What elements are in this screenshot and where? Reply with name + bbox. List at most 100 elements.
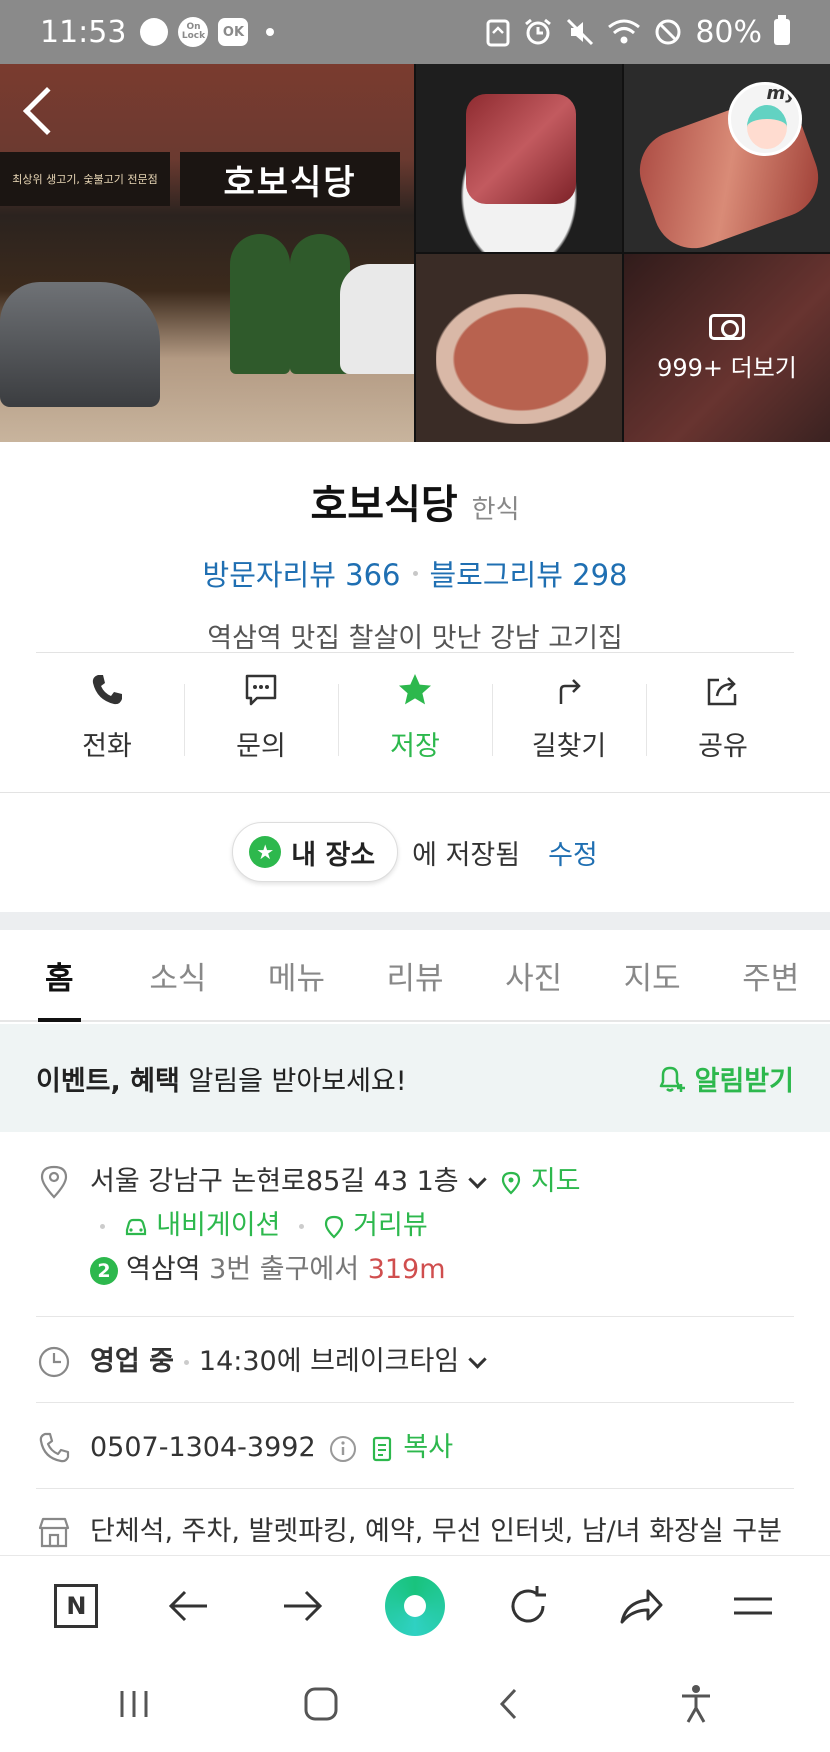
photo-gallery[interactable]: 최상위 생고기, 숯불고기 전문점 호보식당 999+ 더보기 my (0, 64, 830, 442)
my-place-label: 내 장소 (291, 839, 376, 871)
call-button[interactable]: 전화 (30, 672, 184, 772)
tab-map[interactable]: 지도 (593, 930, 712, 1020)
place-description: 역삼역 맛집 찰살이 맛난 강남 고기집 (207, 623, 623, 654)
share-button[interactable]: 공유 (646, 672, 800, 772)
arrow-left-icon (169, 1590, 208, 1621)
blog-reviews-link[interactable]: 블로그리뷰 298 (430, 552, 628, 594)
on-lock-icon: On Lock (178, 17, 209, 47)
address-section: 서울 강남구 논현로85길 43 1층 지도 내비게이션 거리뷰 2 역삼역 3… (36, 1160, 794, 1292)
store-sign: 호보식당 (180, 152, 400, 206)
tab-news[interactable]: 소식 (119, 930, 238, 1020)
my-place-chip[interactable]: ★ 내 장소 (232, 822, 399, 882)
recycle-icon (486, 19, 510, 47)
system-navigation-bar (0, 1655, 830, 1752)
map-link[interactable]: 지도 (500, 1166, 581, 1197)
no-signal-icon (655, 19, 681, 45)
status-time: 11:53 (40, 14, 127, 50)
event-banner: 이벤트, 혜택 알림을 받아보세요! 알림받기 (0, 1024, 830, 1132)
divider (36, 1316, 794, 1317)
forward-button[interactable] (272, 1576, 332, 1636)
my-label: my (766, 83, 798, 104)
plant-decor (230, 234, 290, 374)
green-dot-button[interactable] (384, 1575, 445, 1636)
my-avatar-button[interactable]: my (728, 82, 802, 156)
car-navigation-icon (125, 1218, 146, 1235)
copy-phone-button[interactable]: 복사 (371, 1432, 453, 1463)
chat-icon (245, 674, 277, 706)
directions-button[interactable]: 길찾기 (492, 672, 646, 772)
food-photo[interactable] (624, 64, 830, 252)
section-spacer (0, 912, 830, 930)
more-photos-label: 999+ 더보기 (657, 353, 797, 382)
info-icon[interactable] (328, 1434, 358, 1464)
refresh-icon (511, 1585, 546, 1622)
save-button[interactable]: 저장 (338, 672, 492, 772)
saved-star-icon: ★ (249, 836, 282, 868)
share-page-button[interactable] (611, 1576, 671, 1636)
location-pin-icon (40, 1165, 68, 1199)
separator-dot (412, 570, 418, 576)
edit-saved-link[interactable]: 수정 (548, 833, 598, 872)
tab-bar: 홈 소식 메뉴 리뷰 사진 지도 주변 (0, 930, 830, 1022)
directions-icon (559, 679, 581, 704)
amenities-text: 단체석, 주차, 발렛파킹, 예약, 무선 인터넷, 남/녀 화장실 구분 (90, 1516, 782, 1547)
save-label: 저장 (390, 731, 440, 762)
separator-dot (298, 1224, 304, 1229)
arrow-right-icon (284, 1590, 323, 1621)
visitor-reviews-link[interactable]: 방문자리뷰 366 (203, 552, 401, 594)
store-icon (38, 1517, 70, 1548)
expand-address-icon[interactable] (467, 1170, 487, 1189)
back-arrow-icon[interactable] (22, 86, 72, 136)
subway-station: 역삼역 (126, 1254, 201, 1285)
phone-number[interactable]: 0507-1304-3992 (90, 1432, 316, 1463)
store-subsign: 최상위 생고기, 숯불고기 전문점 (0, 152, 170, 206)
divider (36, 1402, 794, 1403)
subway-line-badge: 2 (90, 1256, 118, 1285)
recent-apps-button[interactable] (104, 1674, 164, 1734)
tab-home[interactable]: 홈 (0, 930, 119, 1022)
tab-photos[interactable]: 사진 (474, 930, 593, 1020)
tab-nearby[interactable]: 주변 (711, 930, 830, 1020)
hours-detail: 14:30에 브레이크타임 (198, 1346, 460, 1377)
subway-exit: 3번 출구에서 (209, 1254, 360, 1285)
inquiry-button[interactable]: 문의 (184, 672, 338, 772)
share-arrow-icon (620, 1589, 663, 1623)
hours-section[interactable]: 영업 중 14:30에 브레이크타임 (36, 1340, 794, 1384)
food-photo[interactable] (416, 64, 622, 252)
separator-dot (183, 1360, 189, 1365)
menu-button[interactable] (723, 1576, 783, 1636)
home-button[interactable] (291, 1674, 351, 1734)
home-icon (304, 1687, 338, 1720)
place-category: 한식 (471, 495, 520, 525)
mute-icon (567, 18, 594, 46)
status-bar: 11:53 On Lock OK 80% (0, 0, 830, 64)
more-photos-button[interactable]: 999+ 더보기 (624, 254, 830, 442)
tab-menu[interactable]: 메뉴 (237, 930, 356, 1020)
car-decor (0, 282, 160, 407)
accessibility-icon (682, 1684, 711, 1723)
divider (0, 792, 830, 793)
clock-icon (38, 1346, 70, 1378)
phone-outline-icon (39, 1432, 70, 1463)
separator-dot (100, 1224, 105, 1229)
naver-n-icon: N (54, 1583, 99, 1628)
subscribe-alerts-button[interactable]: 알림받기 (655, 1059, 794, 1098)
phone-section: 0507-1304-3992 복사 (36, 1426, 794, 1470)
event-bold-text: 이벤트, 혜택 (36, 1065, 180, 1097)
storefront-photo[interactable]: 최상위 생고기, 숯불고기 전문점 호보식당 (0, 64, 414, 442)
food-photo[interactable] (416, 254, 622, 442)
green-dot-icon (384, 1575, 445, 1636)
expand-hours-icon[interactable] (468, 1350, 487, 1369)
hamburger-menu-icon (734, 1597, 773, 1614)
naver-home-button[interactable]: N (46, 1576, 106, 1636)
refresh-button[interactable] (498, 1576, 558, 1636)
place-title: 호보식당 (310, 482, 458, 528)
car-decor (340, 264, 414, 374)
system-back-button[interactable] (479, 1674, 539, 1734)
accessibility-button[interactable] (666, 1674, 726, 1734)
event-message: 이벤트, 혜택 알림을 받아보세요! (36, 1059, 407, 1098)
tab-reviews[interactable]: 리뷰 (356, 930, 475, 1020)
back-button[interactable] (159, 1576, 219, 1636)
streetview-link[interactable]: 거리뷰 (323, 1210, 428, 1241)
navigation-link[interactable]: 내비게이션 (124, 1210, 289, 1241)
